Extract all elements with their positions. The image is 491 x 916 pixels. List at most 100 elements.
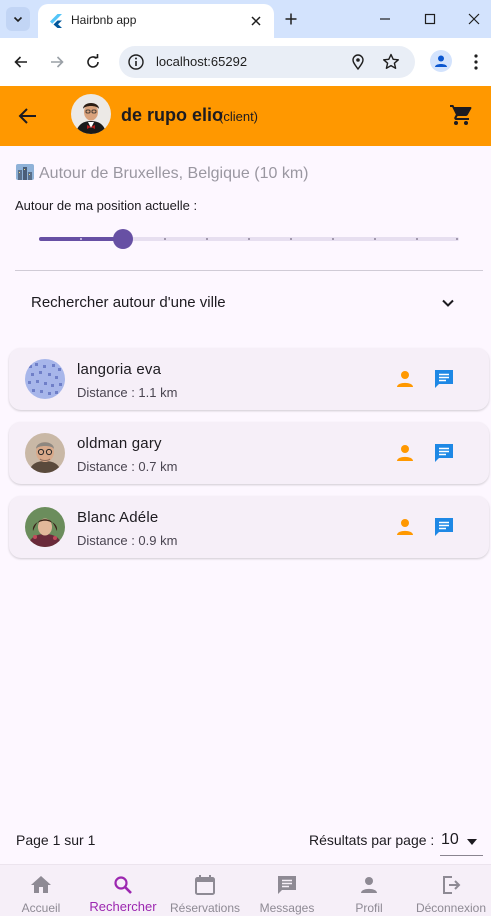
stylist-distance: Distance : 0.9 km xyxy=(77,533,178,548)
url-text[interactable]: localhost:65292 xyxy=(156,54,247,69)
arrow-left-icon xyxy=(14,56,27,68)
stylist-avatar[interactable] xyxy=(25,433,65,473)
stylist-avatar-image xyxy=(25,507,65,547)
minimize-button[interactable] xyxy=(375,9,395,29)
browser-toolbar: localhost:65292 xyxy=(0,38,491,86)
browser-forward-button[interactable] xyxy=(47,52,67,72)
browser-tab[interactable]: Hairbnb app xyxy=(38,4,274,38)
logout-icon xyxy=(443,876,461,894)
city-search-expansion[interactable]: Rechercher autour d'une ville xyxy=(15,282,483,324)
chat-icon[interactable] xyxy=(433,442,455,464)
stylist-distance: Distance : 1.1 km xyxy=(77,385,178,400)
chevron-down-icon[interactable] xyxy=(439,294,457,312)
close-icon xyxy=(468,13,480,25)
more-vertical-icon xyxy=(474,54,478,70)
browser-menu-button[interactable] xyxy=(466,52,486,72)
flutter-logo-icon xyxy=(50,14,62,28)
nav-label: Messages xyxy=(259,901,315,915)
chat-icon[interactable] xyxy=(433,368,455,390)
new-tab-button[interactable] xyxy=(281,9,301,29)
chevron-down-icon xyxy=(13,16,23,23)
tab-list-button[interactable] xyxy=(6,7,30,31)
user-role: (client) xyxy=(219,109,259,124)
person-icon[interactable] xyxy=(395,443,415,463)
stylist-card[interactable]: oldman gary Distance : 0.7 km xyxy=(9,422,489,484)
nav-item-profil[interactable]: Profil xyxy=(328,865,410,916)
radius-slider[interactable] xyxy=(28,228,470,252)
nav-label: Profil xyxy=(355,901,383,915)
maximize-icon xyxy=(424,13,436,25)
slider-tick xyxy=(374,238,376,240)
per-page-value: 10 xyxy=(441,831,459,848)
slider-tick xyxy=(290,238,292,240)
search-location-title: Autour de Bruxelles, Belgique (10 km) xyxy=(16,164,308,183)
home-icon xyxy=(31,876,51,893)
maximize-button[interactable] xyxy=(420,9,440,29)
slider-tick xyxy=(416,238,418,240)
slider-tick xyxy=(248,238,250,240)
browser-profile-button[interactable] xyxy=(430,50,452,72)
minimize-icon xyxy=(380,18,390,20)
person-icon xyxy=(435,55,447,67)
reload-icon xyxy=(87,54,99,68)
stylist-card[interactable]: Blanc Adéle Distance : 0.9 km xyxy=(9,496,489,558)
caret-down-icon xyxy=(467,839,477,845)
stylist-name: oldman gary xyxy=(77,435,162,452)
stylist-avatar-image xyxy=(25,359,65,399)
stylist-card[interactable]: langoria eva Distance : 1.1 km xyxy=(9,348,489,410)
stylist-avatar[interactable] xyxy=(25,359,65,399)
tab-title: Hairbnb app xyxy=(71,13,137,27)
stylist-avatar[interactable] xyxy=(25,507,65,547)
nav-label: Réservations xyxy=(169,901,241,915)
person-icon[interactable] xyxy=(395,369,415,389)
user-avatar-image xyxy=(71,94,111,134)
divider xyxy=(15,270,483,271)
back-arrow-icon[interactable] xyxy=(16,104,40,128)
nav-label: Accueil xyxy=(21,901,61,915)
chat-icon[interactable] xyxy=(433,516,455,538)
per-page-label: Résultats par page : xyxy=(309,832,435,848)
address-bar[interactable]: localhost:65292 xyxy=(119,46,415,78)
nav-label: Rechercher xyxy=(89,899,157,914)
user-avatar[interactable] xyxy=(71,94,111,134)
slider-tick xyxy=(456,238,458,240)
location-pin-icon[interactable] xyxy=(349,53,367,71)
slider-tick xyxy=(164,238,166,240)
nav-item-accueil[interactable]: Accueil xyxy=(0,865,82,916)
stylist-name: Blanc Adéle xyxy=(77,509,159,526)
app-bar: de rupo elio (client) xyxy=(0,86,491,146)
close-icon xyxy=(251,16,261,26)
slider-thumb[interactable] xyxy=(113,229,133,249)
nav-item-deconnexion[interactable]: Déconnexion xyxy=(410,865,491,916)
close-tab-button[interactable] xyxy=(246,11,266,31)
slider-tick xyxy=(80,238,82,240)
nav-item-rechercher[interactable]: Rechercher xyxy=(82,865,164,916)
nav-label: Déconnexion xyxy=(415,901,487,915)
slider-tick xyxy=(332,238,334,240)
person-icon[interactable] xyxy=(395,517,415,537)
stylist-distance: Distance : 0.7 km xyxy=(77,459,178,474)
nav-item-messages[interactable]: Messages xyxy=(246,865,328,916)
search-icon xyxy=(114,876,132,894)
calendar-icon xyxy=(195,875,215,895)
page-info: Page 1 sur 1 xyxy=(16,832,96,848)
slider-tick xyxy=(206,238,208,240)
person-icon xyxy=(361,877,377,893)
info-icon[interactable] xyxy=(127,53,145,71)
shopping-cart-icon[interactable] xyxy=(449,103,473,127)
stylist-name: langoria eva xyxy=(77,361,162,378)
plus-icon xyxy=(285,13,297,25)
arrow-right-icon xyxy=(51,56,64,68)
location-title-text: Autour de Bruxelles, Belgique (10 km) xyxy=(39,165,309,182)
message-icon xyxy=(278,876,296,894)
nav-item-reservations[interactable]: Réservations xyxy=(164,865,246,916)
browser-back-button[interactable] xyxy=(11,52,31,72)
reload-button[interactable] xyxy=(83,52,103,72)
star-icon[interactable] xyxy=(381,52,401,72)
per-page-dropdown[interactable]: 10 xyxy=(440,828,483,856)
cityscape-icon xyxy=(16,164,34,180)
city-search-label: Rechercher autour d'une ville xyxy=(31,294,226,311)
user-name: de rupo elio xyxy=(121,105,224,125)
bottom-navigation: Accueil Rechercher Réservations Messages… xyxy=(0,864,491,916)
close-window-button[interactable] xyxy=(464,9,484,29)
